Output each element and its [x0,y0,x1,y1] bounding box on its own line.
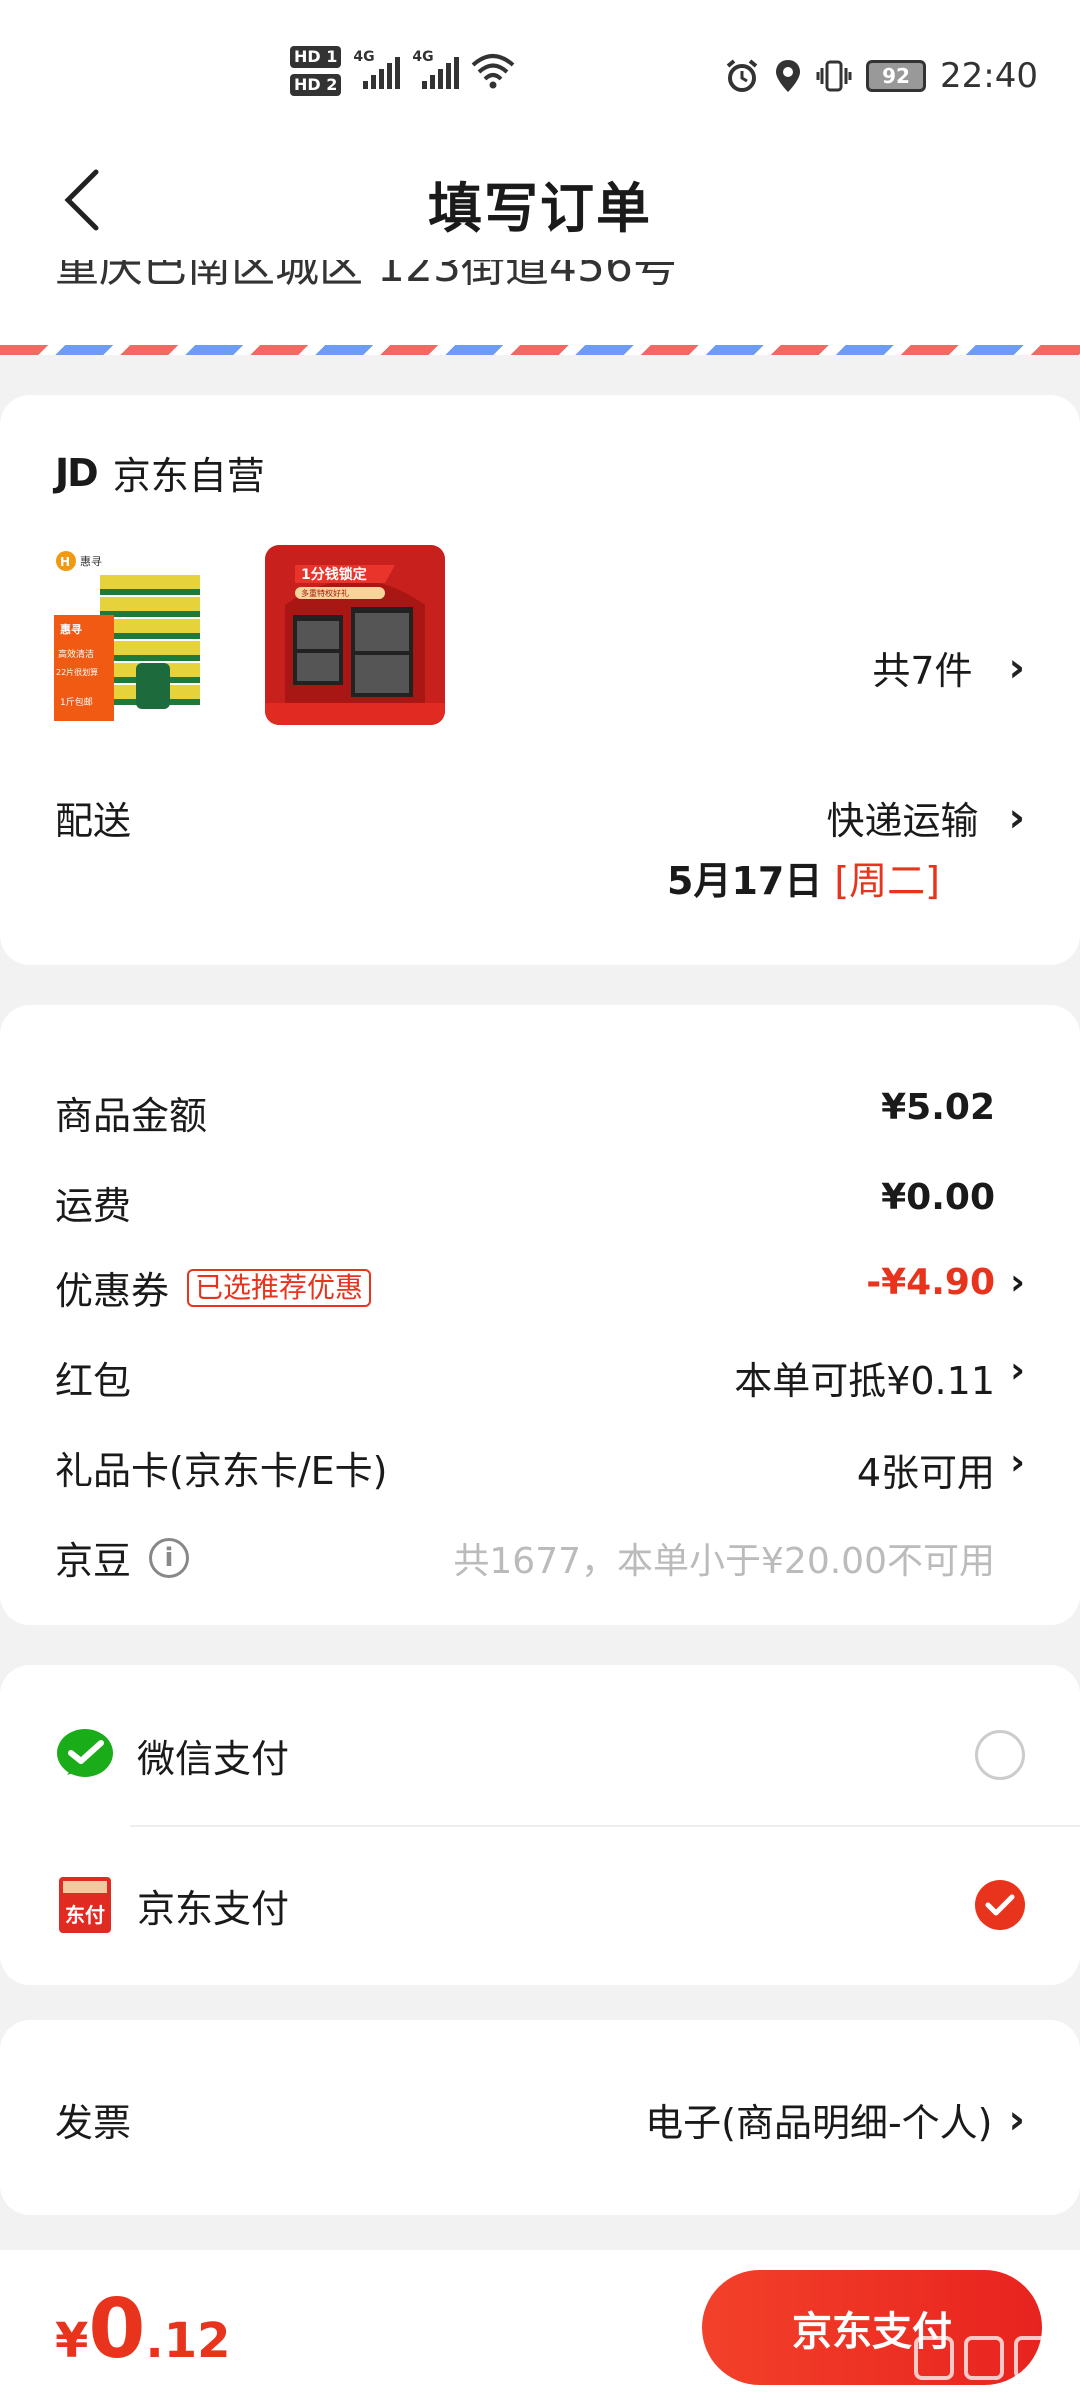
goods-amount-value: ¥5.02 [881,1087,995,1128]
vibrate-icon [816,60,852,92]
status-bar: HD 1 HD 2 4G 4G 92 22:40 [0,0,1080,140]
chevron-right-icon: › [1008,2096,1025,2143]
currency-symbol: ¥ [55,2313,89,2369]
address-line: 重庆巴南区城区 123街道456号 [55,260,677,292]
invoice-value-text: 电子(商品明细-个人) [645,2101,993,2145]
product-banner: 1分钱锁定 [301,566,367,583]
svg-text:H: H [60,555,70,569]
sim-indicators: HD 1 HD 2 [290,46,342,96]
product-brand: 惠寻 [80,554,102,568]
payment-card: 微信支付 东付 京东支付 [0,1665,1080,1985]
info-icon[interactable]: i [149,1537,190,1578]
delivery-method-value: 快递运输 [826,799,979,843]
chevron-right-icon[interactable]: › [1010,1262,1025,1303]
wechat-pay-option[interactable]: 微信支付 [55,1695,1025,1815]
goods-amount-label: 商品金额 [55,1094,208,1138]
item-count[interactable]: 共7件 › [872,640,1025,695]
shipping-value: ¥0.00 [881,1177,995,1218]
delivery-weekday: [周二] [834,859,940,903]
delivery-date: 5月17日 [周二] [667,850,940,905]
page-title: 填写订单 [428,177,652,240]
coupon-tag: 已选推荐优惠 [187,1268,372,1307]
battery-icon: 92 [866,60,927,92]
giftcard-value[interactable]: 4张可用 [857,1442,995,1497]
shipping-label: 运费 [55,1184,132,1228]
watermark-logo [914,2336,1054,2380]
chevron-right-icon: › [1008,644,1025,691]
delivery-method[interactable]: 快递运输 › [827,790,1026,845]
giftcard-label: 礼品卡(京东卡/E卡) [55,1449,388,1493]
product-line-2: 高效清洁 [58,648,94,660]
coupon-label: 优惠券 已选推荐优惠 [55,1260,372,1315]
signal-icon: 4G [412,49,460,89]
chevron-right-icon[interactable]: › [1010,1350,1025,1391]
product-line-1: 惠寻 [60,622,82,636]
jd-pay-icon-text: 东付 [65,1903,105,1927]
divider [130,1825,1080,1827]
redpacket-label: 红包 [55,1359,132,1403]
jd-radio-checked[interactable] [975,1880,1025,1930]
beans-label: 京豆 i [55,1530,190,1585]
fee-card: 商品金额 ¥5.02 运费 ¥0.00 优惠券 已选推荐优惠 -¥4.90 › … [0,1005,1080,1625]
wifi-icon [472,54,515,89]
network-type-2: 4G [412,49,434,65]
shop-card: JD 京东自营 H 惠寻 惠寻 高效清洁 22片很划算 1斤包邮 1分钱锁定 多… [0,395,1080,965]
beans-value: 共1677，本单小于¥20.00不可用 [453,1541,995,1582]
sim2-badge: HD 2 [290,74,342,96]
signal-icon: 4G [353,49,401,89]
jd-logo: JD [55,450,99,495]
nav-bar: 填写订单 [0,140,1080,260]
chevron-right-icon[interactable]: › [1010,1442,1025,1483]
system-indicators: 92 22:40 [724,56,1038,96]
wechat-radio[interactable] [975,1730,1025,1780]
invoice-card[interactable]: 发票 电子(商品明细-个人) › [0,2020,1080,2215]
total-decimal: .12 [145,2313,231,2369]
coupon-value[interactable]: -¥4.90 [866,1262,995,1303]
jd-pay-icon: 东付 [59,1877,111,1933]
product-line-4: 1斤包邮 [60,696,93,708]
sim1-badge: HD 1 [290,46,342,68]
item-count-label: 共7件 [872,649,973,693]
sponge-product-thumbnail[interactable]: H 惠寻 惠寻 高效清洁 22片很划算 1斤包邮 [50,545,230,725]
jd-pay-option[interactable]: 东付 京东支付 [55,1845,1025,1965]
invoice-label: 发票 [55,2101,132,2145]
product-sub: 多重特权好礼 [301,588,349,598]
total-price: ¥0.12 [55,2282,231,2377]
jd-pay-label: 京东支付 [137,1886,290,1931]
chevron-right-icon: › [1008,794,1025,841]
product-line-3: 22片很划算 [56,667,98,677]
total-integer: 0 [88,2282,146,2377]
invoice-value[interactable]: 电子(商品明细-个人) › [645,2092,1025,2147]
network-indicators: HD 1 HD 2 4G 4G [290,46,515,96]
wechat-pay-label: 微信支付 [137,1736,290,1781]
redpacket-value[interactable]: 本单可抵¥0.11 [734,1350,995,1405]
wechat-pay-icon [57,1729,113,1777]
alarm-icon [726,59,758,92]
location-icon [776,60,801,92]
clock: 22:40 [940,56,1038,96]
delivery-date-value: 5月17日 [667,859,823,903]
airmail-stripe [0,345,1080,355]
address-card[interactable]: 重庆巴南区城区 123街道456号 [0,260,1080,355]
shop-name: 京东自营 [112,454,265,498]
delivery-label: 配送 [55,799,132,843]
check-icon [985,1894,1015,1916]
disinfection-cabinet-thumbnail[interactable]: 1分钱锁定 多重特权好礼 [265,545,445,725]
shop-header: JD 京东自营 [55,445,265,500]
network-type-1: 4G [353,49,375,65]
